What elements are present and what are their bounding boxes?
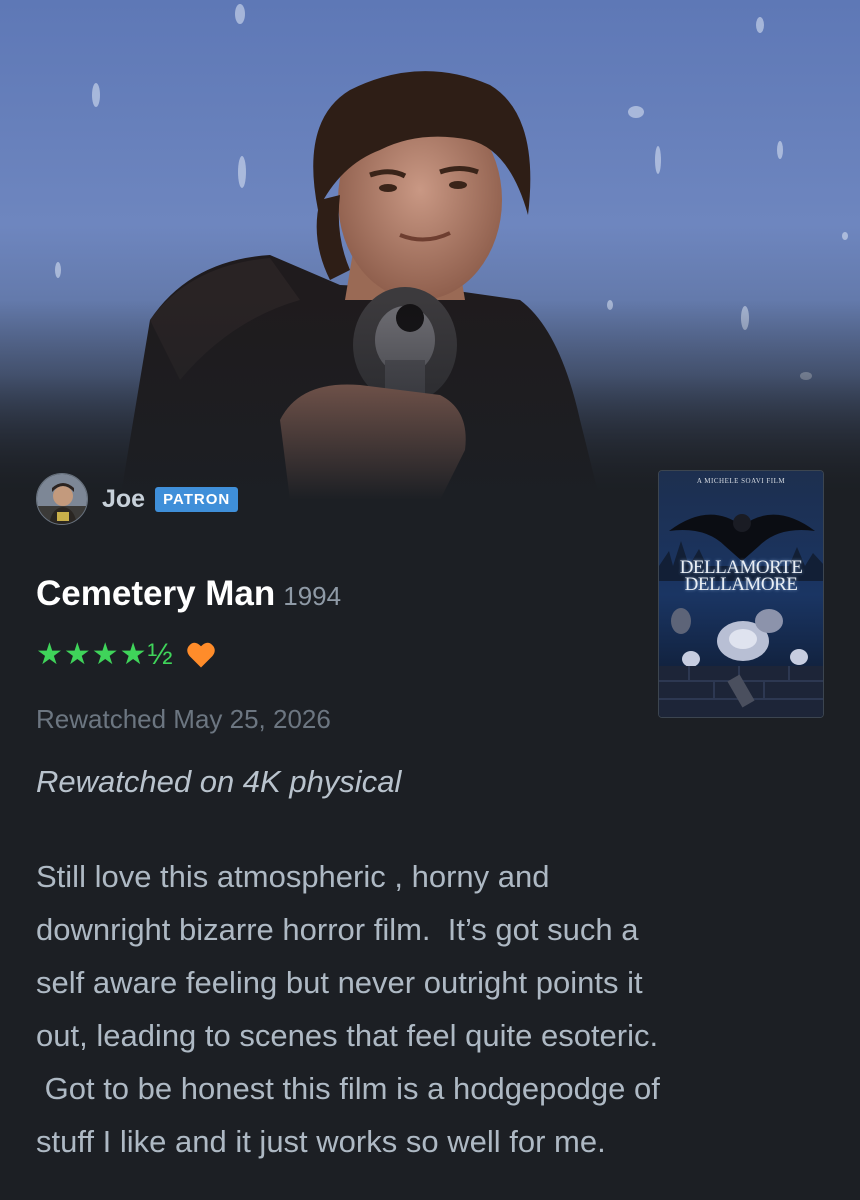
review-body: Still love this atmospheric , horny and …: [36, 850, 836, 1168]
review-line: Got to be honest this film is a hodgepod…: [36, 1071, 660, 1106]
patron-badge: PATRON: [155, 486, 239, 512]
watched-date: Rewatched May 25, 2026: [36, 704, 331, 734]
review-tagline: Rewatched on 4K physical: [36, 764, 402, 799]
review-line: out, leading to scenes that feel quite e…: [36, 1018, 659, 1053]
review-line: downright bizarre horror film. It’s got …: [36, 912, 639, 947]
star-rating: ★★★★½: [36, 638, 174, 671]
poster-title-line: DELLAMORE: [684, 574, 798, 595]
film-title-row: Cemetery Man 1994: [36, 574, 341, 614]
review-line: self aware feeling but never outright po…: [36, 965, 643, 1000]
film-year[interactable]: 1994: [283, 581, 341, 612]
review-line: stuff I like and it just works so well f…: [36, 1124, 606, 1159]
reviewer-name[interactable]: Joe: [102, 485, 145, 514]
poster-credit: A MICHELE SOAVI FILM: [696, 477, 786, 485]
film-poster[interactable]: A MICHELE SOAVI FILM DELLAMORTE DELLAMOR…: [658, 470, 824, 718]
reviewer-avatar[interactable]: [36, 473, 88, 525]
film-title[interactable]: Cemetery Man: [36, 574, 275, 614]
liked-heart-icon: [186, 642, 215, 668]
reviewer-row[interactable]: Joe PATRON: [36, 472, 239, 526]
review-line: Still love this atmospheric , horny and: [36, 859, 550, 894]
review-page: Joe PATRON Cemetery Man 1994 ★★★★½ Rewat…: [0, 0, 860, 1200]
film-backdrop-image: [0, 0, 860, 500]
poster-title: DELLAMORTE DELLAMORE: [659, 558, 823, 595]
rating-row: ★★★★½: [36, 638, 216, 672]
